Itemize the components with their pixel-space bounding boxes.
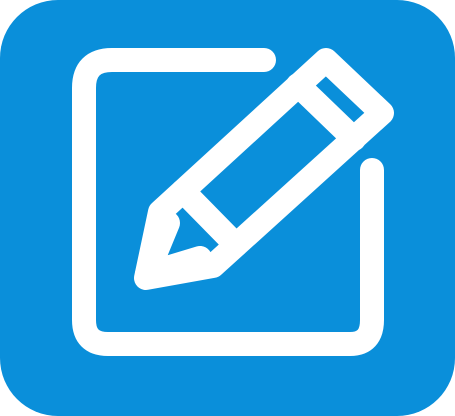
edit-icon [72, 48, 394, 356]
edit-app-icon[interactable] [0, 0, 455, 416]
pencil-glyph [134, 48, 394, 290]
